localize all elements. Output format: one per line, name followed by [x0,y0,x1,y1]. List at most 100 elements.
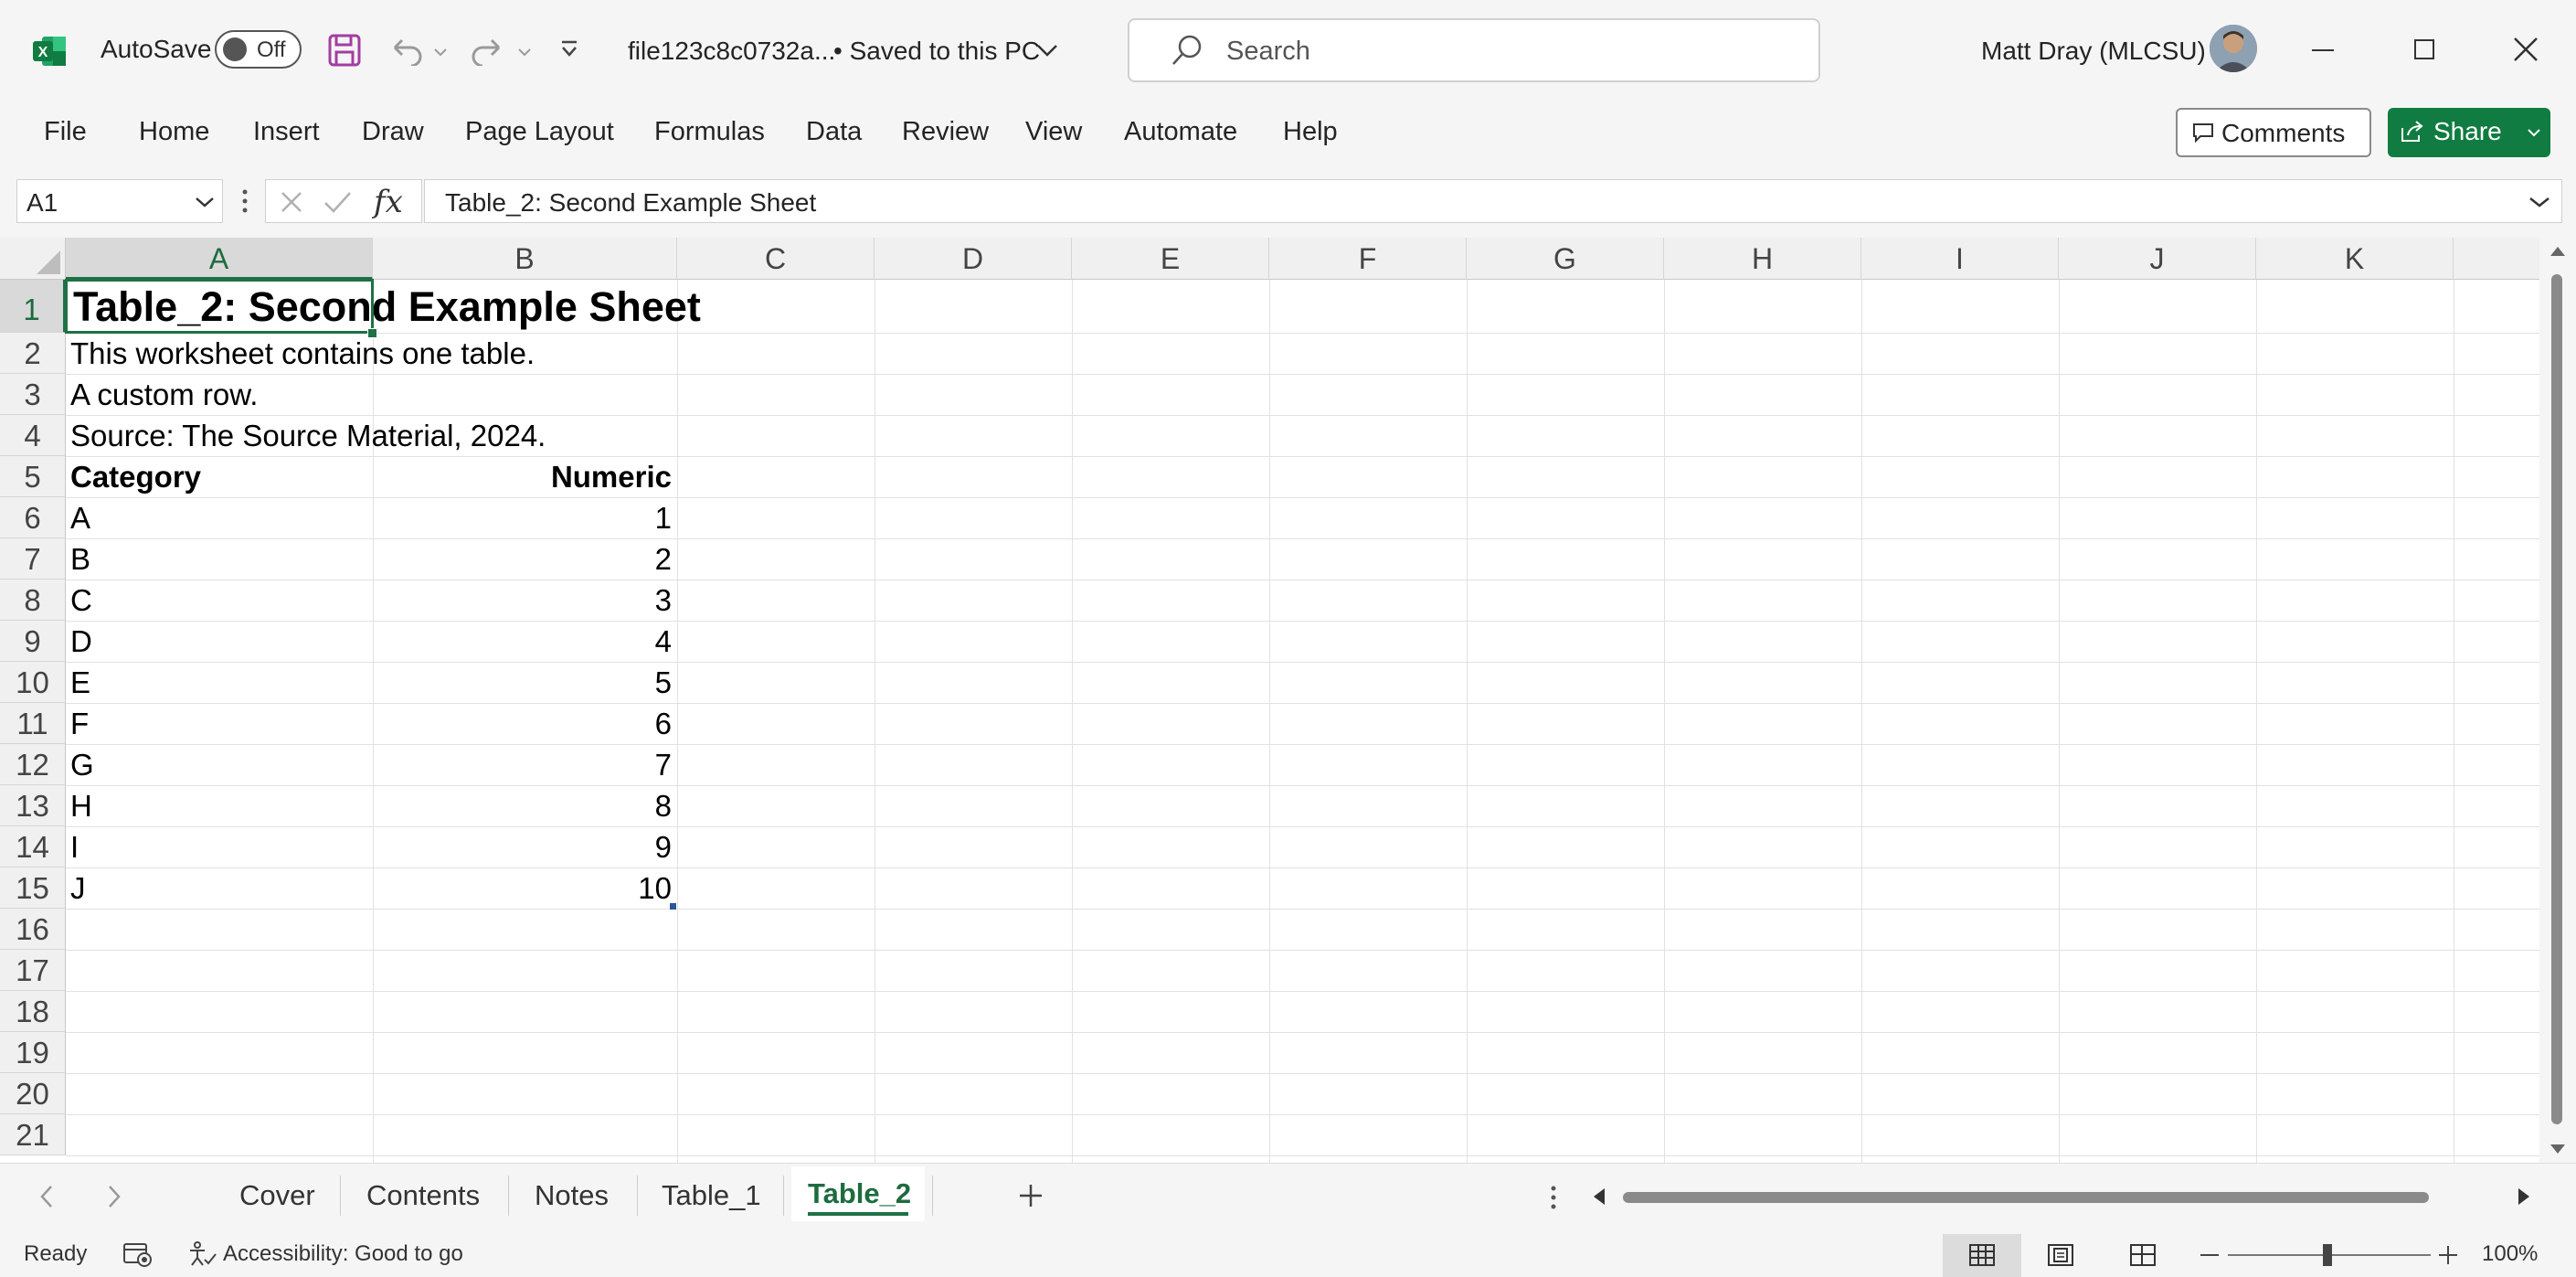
insert-function-icon[interactable]: fx [374,184,403,220]
zoom-slider-thumb[interactable] [2323,1244,2332,1266]
row-header-17[interactable]: 17 [0,950,66,991]
row-header-18[interactable]: 18 [0,991,66,1032]
table-cell-numeric[interactable]: 6 [373,703,672,744]
horizontal-scrollbar[interactable] [1592,1185,2533,1210]
undo-icon[interactable] [387,35,424,66]
table-cell-numeric[interactable]: 7 [373,744,672,785]
sheet-tab-cover[interactable]: Cover [239,1179,315,1212]
zoom-level[interactable]: 100% [2482,1241,2538,1267]
column-header-a[interactable]: A [66,238,373,280]
column-header-e[interactable]: E [1072,238,1269,280]
menu-help[interactable]: Help [1283,117,1338,147]
maximize-icon[interactable] [2414,39,2434,59]
search-box[interactable]: Search [1128,18,1820,82]
column-header-j[interactable]: J [2059,238,2256,280]
column-header-i[interactable]: I [1861,238,2059,280]
file-menu-chevron-icon[interactable] [1036,44,1058,57]
column-header-h[interactable]: H [1664,238,1861,280]
formula-input[interactable]: Table_2: Second Example Sheet [424,179,2562,223]
page-layout-view-icon[interactable] [2047,1243,2074,1267]
row-header-2[interactable]: 2 [0,333,66,374]
note-cell[interactable]: A custom row. [70,374,258,415]
comments-button[interactable]: Comments [2176,108,2371,157]
table-cell-category[interactable]: F [70,703,89,744]
table-cell-category[interactable]: C [70,580,92,621]
redo-icon[interactable] [470,35,506,66]
previous-sheet-icon[interactable] [38,1185,55,1208]
table-cell-category[interactable]: B [70,538,90,580]
horizontal-scroll-thumb[interactable] [1623,1192,2429,1203]
table-cell-numeric[interactable]: 10 [373,867,672,909]
confirm-entry-icon[interactable] [323,189,352,215]
sheet-tab-table-2-active[interactable]: Table_2 [791,1166,925,1221]
table-cell-numeric[interactable]: 5 [373,662,672,703]
sheet-tab-table-1[interactable]: Table_1 [662,1179,761,1212]
macro-recorder-icon[interactable] [122,1241,154,1267]
table-cell-numeric[interactable]: 2 [373,538,672,580]
row-header-9[interactable]: 9 [0,621,66,662]
scroll-up-icon[interactable] [2549,245,2567,258]
user-name[interactable]: Matt Dray (MLCSU) [1981,37,2206,66]
table-cell-category[interactable]: J [70,867,86,909]
menu-data[interactable]: Data [806,117,862,147]
zoom-in-icon[interactable] [2438,1245,2458,1265]
save-icon[interactable] [327,33,362,68]
table-cell-numeric[interactable]: 4 [373,621,672,662]
menu-file[interactable]: File [44,117,87,147]
customize-toolbar-icon[interactable] [559,40,579,59]
scroll-right-icon[interactable] [2517,1187,2531,1207]
undo-dropdown-icon[interactable] [433,48,448,57]
column-header-c[interactable]: C [677,238,875,280]
fill-handle[interactable] [367,328,377,338]
add-sheet-icon[interactable] [1018,1183,1044,1208]
row-header-14[interactable]: 14 [0,826,66,867]
redo-dropdown-icon[interactable] [517,48,532,57]
minimize-icon[interactable] [2312,49,2334,51]
name-box-chevron-icon[interactable] [195,197,215,208]
table-cell-category[interactable]: I [70,826,79,867]
cancel-entry-icon[interactable] [279,189,304,215]
row-header-12[interactable]: 12 [0,744,66,785]
accessibility-icon[interactable] [188,1241,217,1267]
menu-automate[interactable]: Automate [1124,117,1237,147]
share-dropdown-icon[interactable] [2527,128,2541,137]
note-cell[interactable]: Source: The Source Material, 2024. [70,415,546,456]
normal-view-button[interactable] [1943,1234,2021,1277]
table-cell-numeric[interactable]: 1 [373,497,672,538]
sheet-tab-contents[interactable]: Contents [366,1179,480,1212]
name-box[interactable]: A1 [16,179,223,223]
row-header-10[interactable]: 10 [0,662,66,703]
row-header-8[interactable]: 8 [0,580,66,621]
column-header-b[interactable]: B [373,238,677,280]
next-sheet-icon[interactable] [106,1185,122,1208]
row-header-13[interactable]: 13 [0,785,66,826]
row-header-11[interactable]: 11 [0,703,66,744]
row-header-4[interactable]: 4 [0,415,66,456]
file-name[interactable]: file123c8c0732a... [628,37,835,66]
table-cell-numeric[interactable]: 9 [373,826,672,867]
select-all-corner[interactable] [0,238,66,280]
menu-formulas[interactable]: Formulas [654,117,765,147]
row-header-7[interactable]: 7 [0,538,66,580]
menu-page-layout[interactable]: Page Layout [465,117,614,147]
table-cell-numeric[interactable]: 8 [373,785,672,826]
table-cell-category[interactable]: A [70,497,90,538]
page-break-view-icon[interactable] [2129,1243,2157,1267]
row-header-16[interactable]: 16 [0,909,66,950]
table-resize-handle[interactable] [670,903,676,910]
table-cell-category[interactable]: E [70,662,90,703]
more-options-icon[interactable] [241,188,249,214]
avatar[interactable] [2210,25,2257,72]
menu-insert[interactable]: Insert [253,117,320,147]
table-cell-numeric[interactable]: 3 [373,580,672,621]
menu-review[interactable]: Review [902,117,989,147]
table-header-category[interactable]: Category [70,456,201,497]
expand-formula-bar-icon[interactable] [2528,197,2550,208]
close-icon[interactable] [2513,37,2539,62]
sheet-tab-notes[interactable]: Notes [535,1179,609,1212]
table-cell-category[interactable]: G [70,744,94,785]
worksheet-grid[interactable]: A B C D E F G H I J K 1 2 3 4 5 6 7 8 9 … [0,238,2539,1163]
note-cell[interactable]: This worksheet contains one table. [70,333,535,374]
autosave-toggle[interactable]: Off [215,30,302,69]
row-header-1[interactable]: 1 [0,280,66,333]
